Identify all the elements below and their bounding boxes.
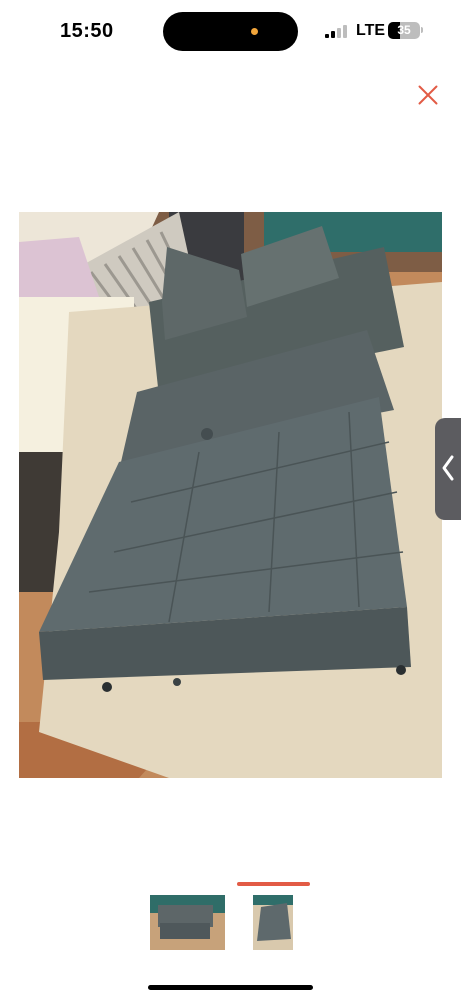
close-icon[interactable] bbox=[412, 80, 444, 112]
home-indicator bbox=[148, 985, 313, 990]
main-photo[interactable] bbox=[19, 212, 442, 778]
network-type: LTE bbox=[356, 22, 386, 39]
active-thumbnail-indicator bbox=[237, 882, 310, 886]
thumbnail-1[interactable] bbox=[150, 895, 225, 950]
battery-level: 35 bbox=[397, 23, 411, 37]
sofa-bed-photo bbox=[19, 212, 442, 778]
status-time: 15:50 bbox=[60, 20, 114, 42]
dynamic-island bbox=[163, 12, 298, 51]
cellular-signal-icon bbox=[325, 24, 347, 38]
thumbnail-2[interactable] bbox=[253, 895, 293, 950]
chevron-left-icon[interactable] bbox=[435, 418, 461, 520]
battery-tip bbox=[421, 27, 423, 33]
privacy-indicator-dot bbox=[251, 28, 258, 35]
status-bar: 15:50 LTE 35 bbox=[0, 0, 461, 60]
battery-icon: 35 bbox=[388, 22, 420, 39]
